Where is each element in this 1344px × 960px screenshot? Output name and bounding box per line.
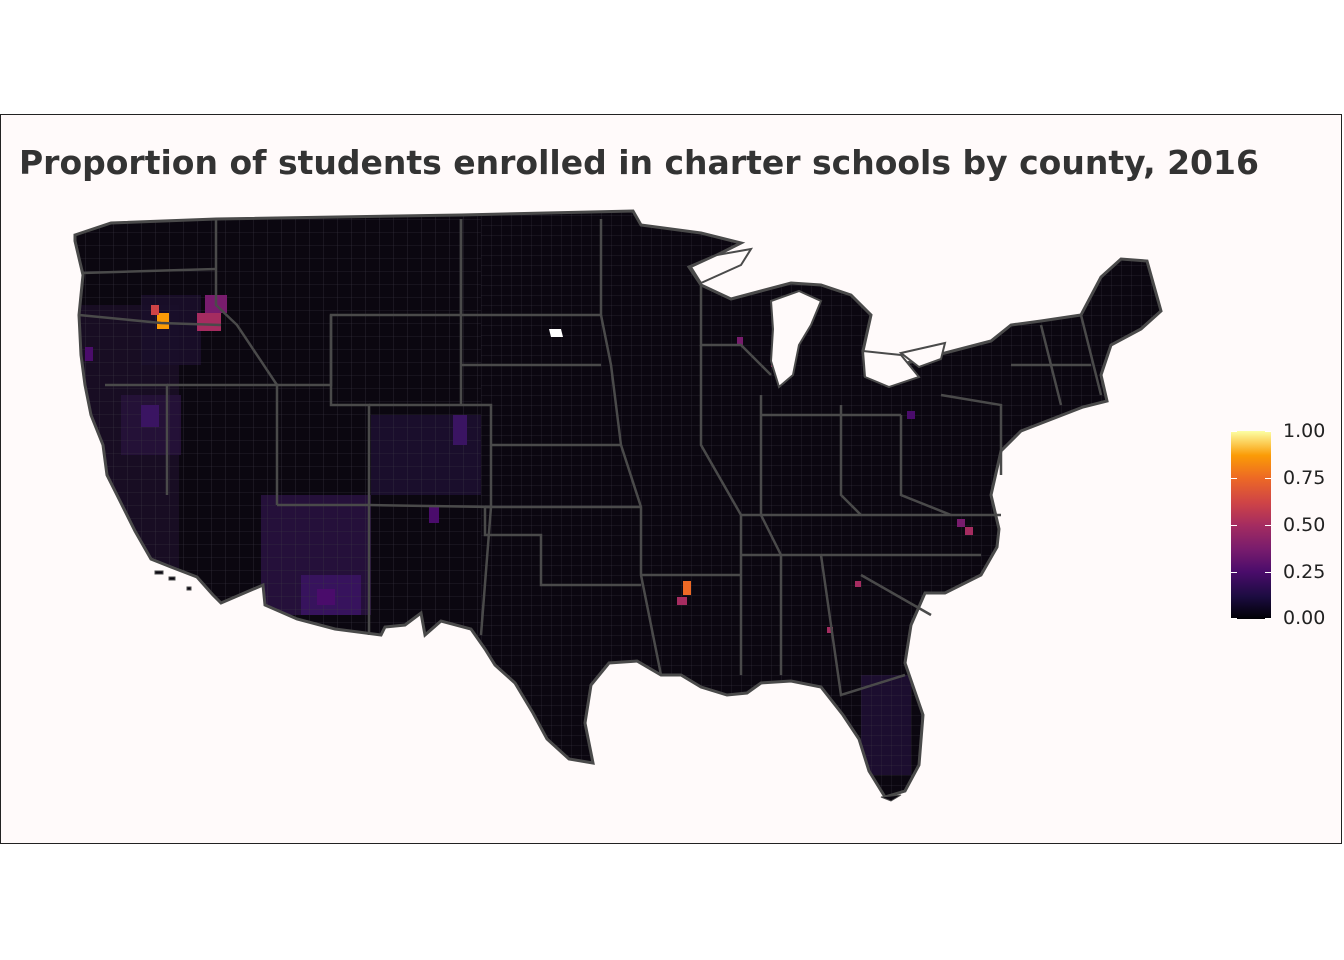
color-legend: 1.00 0.75 0.50 0.25 0.00: [1231, 420, 1331, 639]
county-highlight: [197, 313, 221, 331]
county-highlight: [141, 405, 159, 427]
county-highlight: [855, 581, 861, 587]
county-highlight: [965, 527, 973, 535]
county-highlight: [957, 519, 965, 527]
county-highlight: [157, 313, 169, 329]
legend-tick: [1231, 618, 1271, 619]
legend-label: 1.00: [1283, 420, 1326, 442]
legend-tick: [1231, 525, 1271, 526]
legend-label: 0.75: [1283, 467, 1326, 489]
county-highlight: [453, 415, 467, 445]
county-highlight: [317, 589, 335, 605]
legend-tick: [1231, 431, 1271, 432]
county-highlight: [429, 505, 439, 523]
legend-label: 0.50: [1283, 514, 1326, 536]
county-highlight: [907, 411, 915, 419]
us-county-map: [73, 209, 1163, 802]
county-shapes: [75, 211, 1161, 797]
map-panel: Proportion of students enrolled in chart…: [0, 114, 1342, 844]
county-highlight: [683, 581, 691, 595]
legend-tick: [1231, 478, 1271, 479]
county-highlight: [677, 597, 687, 605]
legend-label: 0.00: [1283, 607, 1326, 629]
legend-tick: [1231, 572, 1271, 573]
legend-label: 0.25: [1283, 561, 1326, 583]
county-highlight: [85, 347, 93, 361]
county-highlight: [151, 305, 159, 315]
